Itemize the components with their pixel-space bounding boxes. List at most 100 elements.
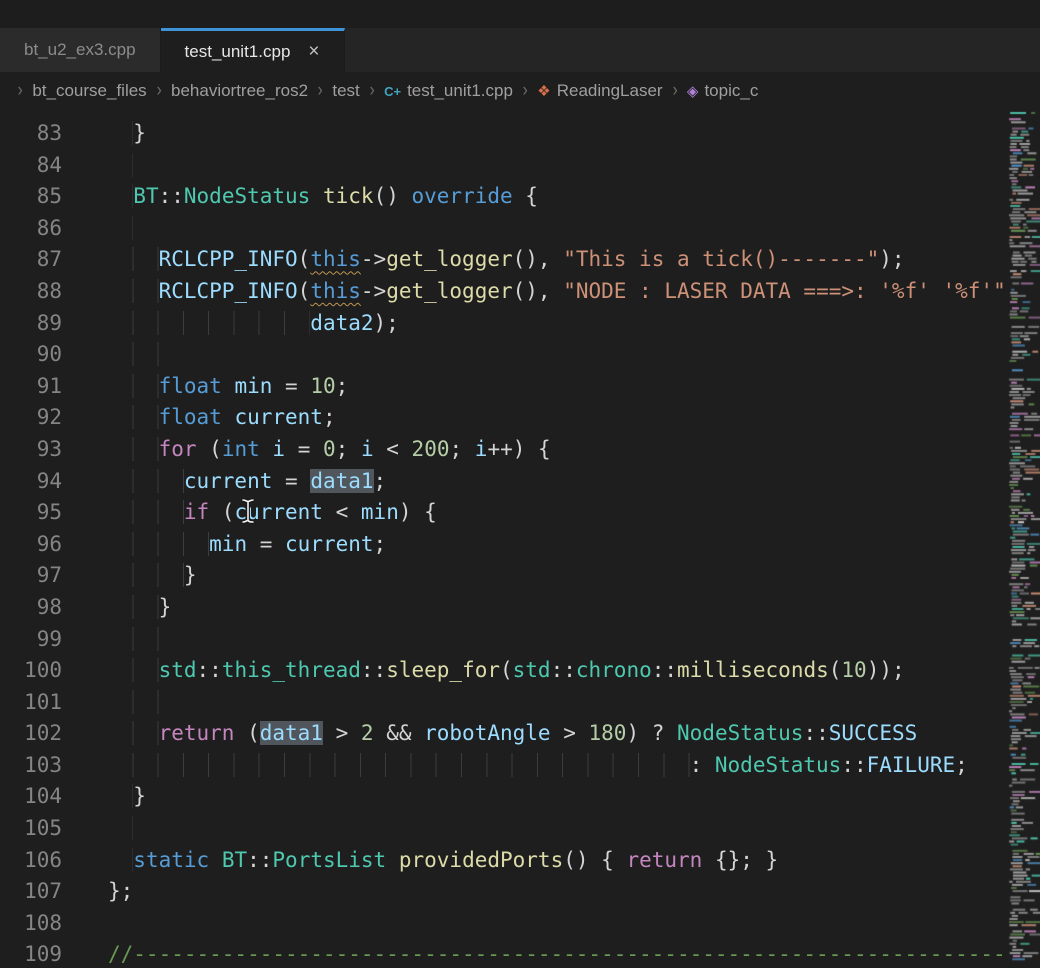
line-number: 96	[0, 529, 62, 561]
code-line[interactable]: 93 for (int i = 0; i < 200; i++) {	[0, 434, 1008, 466]
code-text	[108, 813, 133, 845]
code-line[interactable]: 86	[0, 213, 1008, 245]
tab-label: test_unit1.cpp	[185, 42, 291, 62]
minimap[interactable]	[1008, 110, 1040, 968]
code-text: BT::NodeStatus tick() override {	[108, 181, 538, 213]
vscode-window: bt_u2_ex3.cpp test_unit1.cpp × › bt_cours…	[0, 0, 1040, 968]
code-line[interactable]: 92 float current;	[0, 402, 1008, 434]
code-area[interactable]: 83 }84 85 BT::NodeStatus tick() override…	[0, 110, 1008, 968]
code-text: data2);	[108, 308, 399, 340]
code-line[interactable]: 106 static BT::PortsList providedPorts()…	[0, 845, 1008, 877]
code-text: if (current < min) {	[108, 497, 437, 529]
chevron-right-icon: ›	[156, 80, 161, 102]
chevron-right-icon: ›	[369, 80, 374, 102]
tab-bt-u2-ex3-cpp[interactable]: bt_u2_ex3.cpp	[0, 28, 161, 72]
chevron-right-icon: ›	[672, 80, 677, 102]
code-line[interactable]: 103 : NodeStatus::FAILURE;	[0, 750, 1008, 782]
line-number: 100	[0, 655, 62, 687]
code-line[interactable]: 87 RCLCPP_INFO(this->get_logger(), "This…	[0, 244, 1008, 276]
code-line[interactable]: 95 if (current < min) {	[0, 497, 1008, 529]
breadcrumb-label: test_unit1.cpp	[407, 81, 513, 101]
code-line[interactable]: 88 RCLCPP_INFO(this->get_logger(), "NODE…	[0, 276, 1008, 308]
editor: 83 }84 85 BT::NodeStatus tick() override…	[0, 110, 1040, 968]
breadcrumb-label: test	[332, 81, 359, 101]
line-number: 103	[0, 750, 62, 782]
code-line[interactable]: 102 return (data1 > 2 && robotAngle > 18…	[0, 718, 1008, 750]
code-line[interactable]: 105	[0, 813, 1008, 845]
code-line[interactable]: 85 BT::NodeStatus tick() override {	[0, 181, 1008, 213]
line-number: 106	[0, 845, 62, 877]
line-number: 107	[0, 876, 62, 908]
code-text: };	[108, 876, 133, 908]
line-number: 104	[0, 781, 62, 813]
code-text	[108, 213, 133, 245]
code-text: }	[108, 781, 146, 813]
breadcrumb-label: topic_c	[704, 81, 758, 101]
line-number: 102	[0, 718, 62, 750]
code-text: for (int i = 0; i < 200; i++) {	[108, 434, 551, 466]
title-bar	[0, 0, 1040, 28]
code-line[interactable]: 107};	[0, 876, 1008, 908]
breadcrumb-item[interactable]: bt_course_files	[32, 81, 146, 101]
line-number: 83	[0, 118, 62, 150]
code-line[interactable]: 94 current = data1;	[0, 466, 1008, 498]
code-text: return (data1 > 2 && robotAngle > 180) ?…	[108, 718, 917, 750]
class-symbol-icon: ❖	[537, 84, 550, 99]
line-number: 101	[0, 687, 62, 719]
code-text: }	[108, 560, 197, 592]
code-text	[108, 150, 133, 182]
breadcrumb-item[interactable]: ◈ topic_c	[687, 81, 758, 101]
code-text: static BT::PortsList providedPorts() { r…	[108, 845, 778, 877]
code-line[interactable]: 108	[0, 908, 1008, 940]
line-number: 85	[0, 181, 62, 213]
code-text: float min = 10;	[108, 371, 348, 403]
code-text: }	[108, 592, 171, 624]
code-text: float current;	[108, 402, 336, 434]
breadcrumb-item[interactable]: ❖ ReadingLaser	[537, 81, 662, 101]
line-number: 99	[0, 624, 62, 656]
code-line[interactable]: 101	[0, 687, 1008, 719]
breadcrumb-label: behaviortree_ros2	[171, 81, 308, 101]
cpp-file-icon: C+	[384, 85, 401, 98]
code-line[interactable]: 83 }	[0, 118, 1008, 150]
line-number: 98	[0, 592, 62, 624]
code-text: RCLCPP_INFO(this->get_logger(), "This is…	[108, 244, 905, 276]
code-line[interactable]: 98 }	[0, 592, 1008, 624]
code-text: std::this_thread::sleep_for(std::chrono:…	[108, 655, 905, 687]
code-line[interactable]: 104 }	[0, 781, 1008, 813]
tab-bar: bt_u2_ex3.cpp test_unit1.cpp ×	[0, 28, 1040, 72]
breadcrumb: › bt_course_files › behaviortree_ros2 › test ›…	[0, 72, 1040, 110]
field-symbol-icon: ◈	[687, 84, 699, 99]
code-line[interactable]: 89 data2);	[0, 308, 1008, 340]
line-number: 92	[0, 402, 62, 434]
code-line[interactable]: 84	[0, 150, 1008, 182]
code-text: //--------------------------------------…	[108, 939, 1008, 968]
code-text: min = current;	[108, 529, 386, 561]
line-number: 90	[0, 339, 62, 371]
line-number: 86	[0, 213, 62, 245]
line-number: 97	[0, 560, 62, 592]
chevron-right-icon: ›	[523, 80, 528, 102]
code-line[interactable]: 100 std::this_thread::sleep_for(std::chr…	[0, 655, 1008, 687]
breadcrumb-item[interactable]: test	[332, 81, 359, 101]
breadcrumb-label: bt_course_files	[32, 81, 146, 101]
code-line[interactable]: 109 //-----------------------------------…	[0, 939, 1008, 968]
line-number: 93	[0, 434, 62, 466]
line-number: 91	[0, 371, 62, 403]
tab-test-unit1-cpp[interactable]: test_unit1.cpp ×	[161, 28, 345, 72]
line-number: 95	[0, 497, 62, 529]
code-line[interactable]: 90	[0, 339, 1008, 371]
code-line[interactable]: 91 float min = 10;	[0, 371, 1008, 403]
close-icon[interactable]: ×	[308, 42, 319, 61]
tab-label: bt_u2_ex3.cpp	[24, 40, 136, 60]
code-text: }	[108, 118, 146, 150]
code-text: : NodeStatus::FAILURE;	[108, 750, 968, 782]
breadcrumb-label: ReadingLaser	[557, 81, 663, 101]
code-line[interactable]: 96 min = current;	[0, 529, 1008, 561]
code-line[interactable]: 99	[0, 624, 1008, 656]
breadcrumb-item[interactable]: C+ test_unit1.cpp	[384, 81, 513, 101]
code-line[interactable]: 97 }	[0, 560, 1008, 592]
line-number: 109	[0, 939, 62, 968]
breadcrumb-item[interactable]: behaviortree_ros2	[171, 81, 308, 101]
code-text: current = data1;	[108, 466, 386, 498]
